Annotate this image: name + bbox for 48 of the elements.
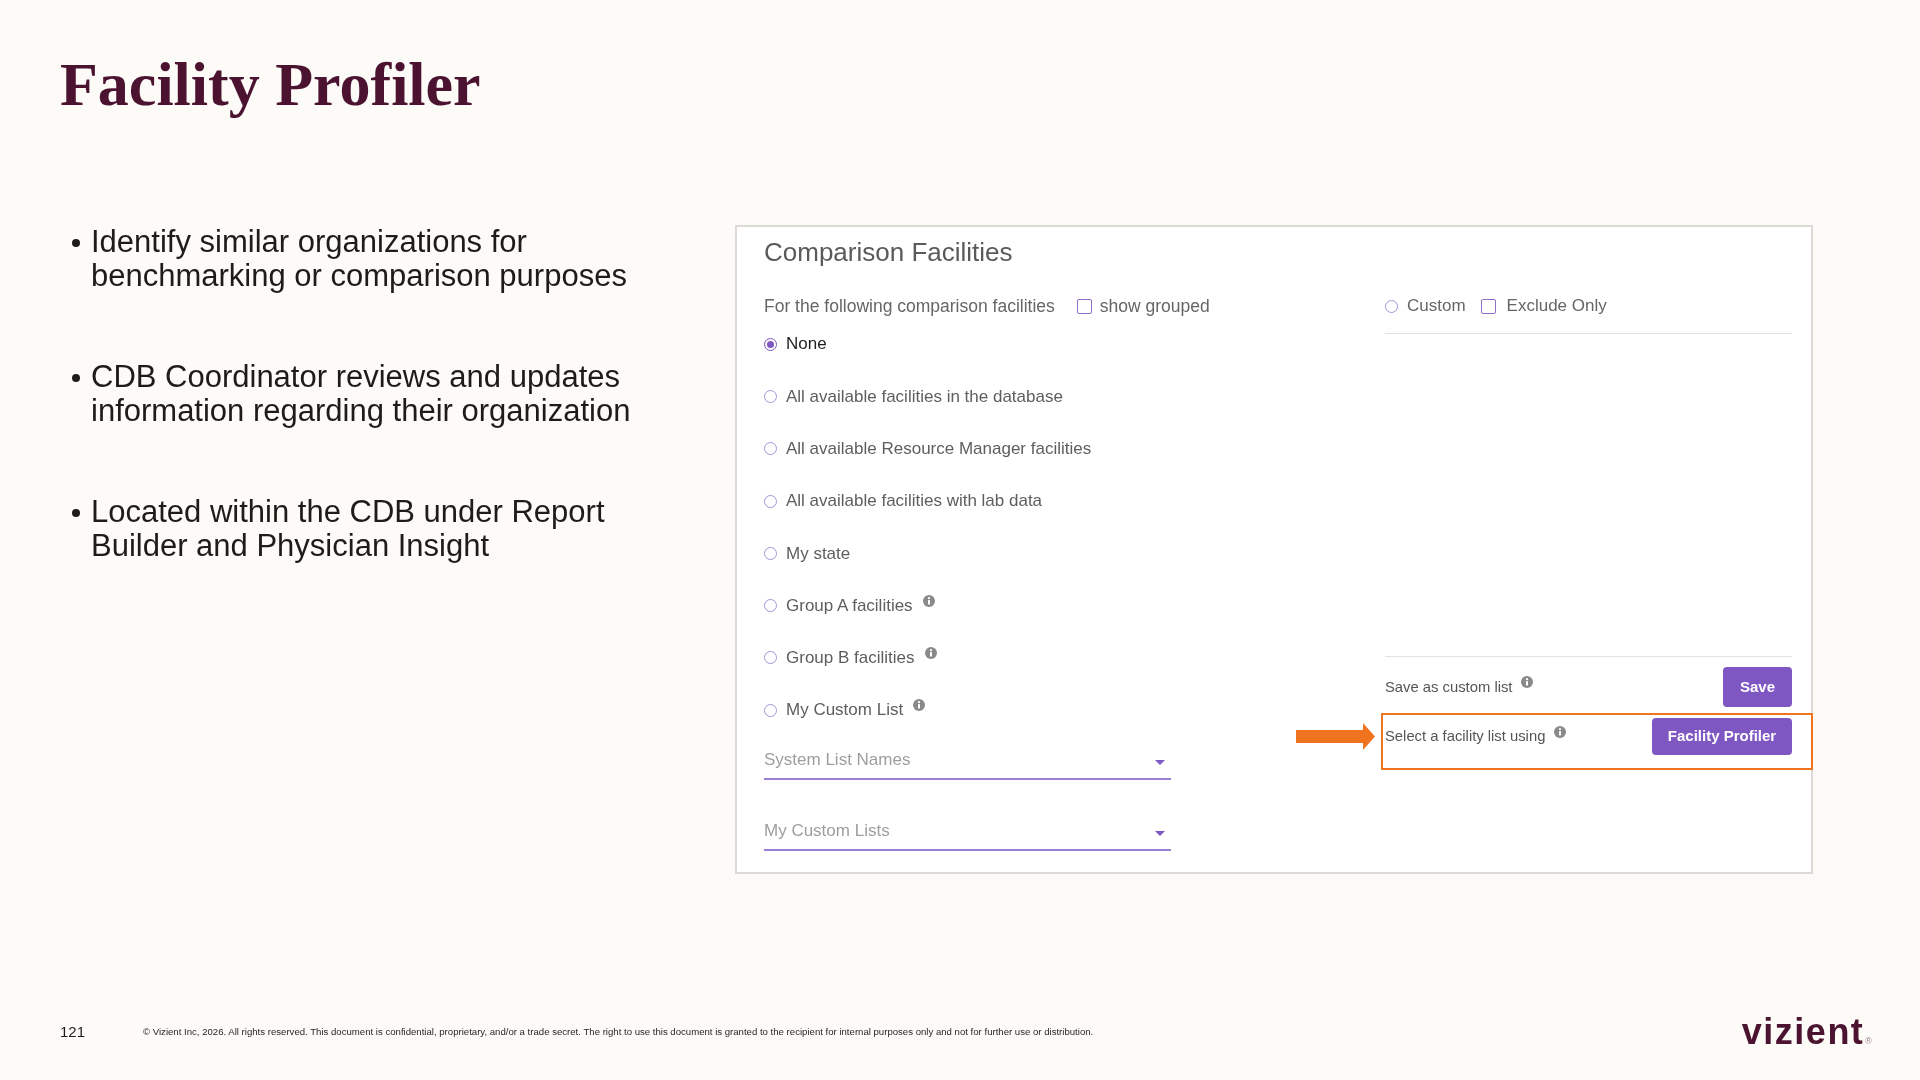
radio-button[interactable] <box>764 599 777 613</box>
bullet-text: Located within the CDB under Report Builder and Physician Insight <box>91 495 606 563</box>
save-label: Save as custom list <box>1385 677 1513 697</box>
radio-button[interactable] <box>764 703 777 717</box>
prompt-label: For the following comparison facilities <box>764 294 1055 318</box>
copyright-notice: © Vizient Inc, 2026. All rights reserved. This document is confidential, proprietary, and/or a trade secret. The right to use this document is granted to the recipient for internal purposes only and not for further use or distribution. <box>143 1024 1094 1039</box>
radio-button[interactable] <box>1385 299 1398 313</box>
radio-button[interactable] <box>764 442 777 456</box>
radio-label: Group A facilities <box>786 594 913 617</box>
bullet-icon <box>72 374 80 382</box>
checkbox-label: show grouped <box>1099 294 1210 318</box>
arrow-icon <box>1296 723 1375 750</box>
save-button[interactable]: Save <box>1723 667 1792 707</box>
radio-label: All available Resource Manager facilities <box>786 438 1092 460</box>
radio-button[interactable] <box>764 546 777 560</box>
bullet-icon <box>72 239 80 247</box>
caret-icon <box>1155 830 1165 836</box>
bullet-icon <box>72 509 80 517</box>
radio-label: My state <box>786 542 851 565</box>
bullet-text: CDB Coordinator reviews and updates information regarding their organization <box>91 360 632 428</box>
radio-button[interactable] <box>764 651 777 665</box>
checkbox-label: Exclude Only <box>1506 295 1607 318</box>
profiler-label: Select a facility list using <box>1385 727 1546 747</box>
radio-label: Group B facilities <box>786 647 915 670</box>
radio-label: All available facilities with lab data <box>786 490 1043 513</box>
caret-icon <box>1155 759 1165 765</box>
facility-profiler-button[interactable]: Facility Profiler <box>1652 718 1792 755</box>
panel-title: Comparison Facilities <box>764 237 1013 268</box>
dropdown-field[interactable]: System List Names <box>764 740 1171 781</box>
bullet-text: Identify similar organizations for benchmarking or comparison purposes <box>91 225 628 293</box>
checkbox[interactable] <box>1480 298 1496 314</box>
radio-label: My Custom List <box>786 699 904 722</box>
info-icon[interactable] <box>1554 725 1567 738</box>
checkbox[interactable] <box>1076 298 1092 314</box>
info-icon[interactable] <box>922 594 935 607</box>
page-number: 121 <box>60 1021 87 1042</box>
info-icon[interactable] <box>1521 676 1534 688</box>
radio-button[interactable] <box>764 337 777 351</box>
info-icon[interactable] <box>924 646 937 659</box>
info-icon[interactable] <box>913 699 926 712</box>
radio-label: All available facilities in the database <box>786 385 1063 408</box>
radio-button[interactable] <box>764 494 777 508</box>
dropdown-field[interactable]: My Custom Lists <box>764 811 1171 852</box>
radio-label: None <box>786 333 827 356</box>
radio-button[interactable] <box>764 389 777 403</box>
radio-label: Custom <box>1407 295 1466 318</box>
registered-mark: ® <box>1865 1036 1872 1046</box>
logo-text: vizient <box>1741 1012 1865 1052</box>
